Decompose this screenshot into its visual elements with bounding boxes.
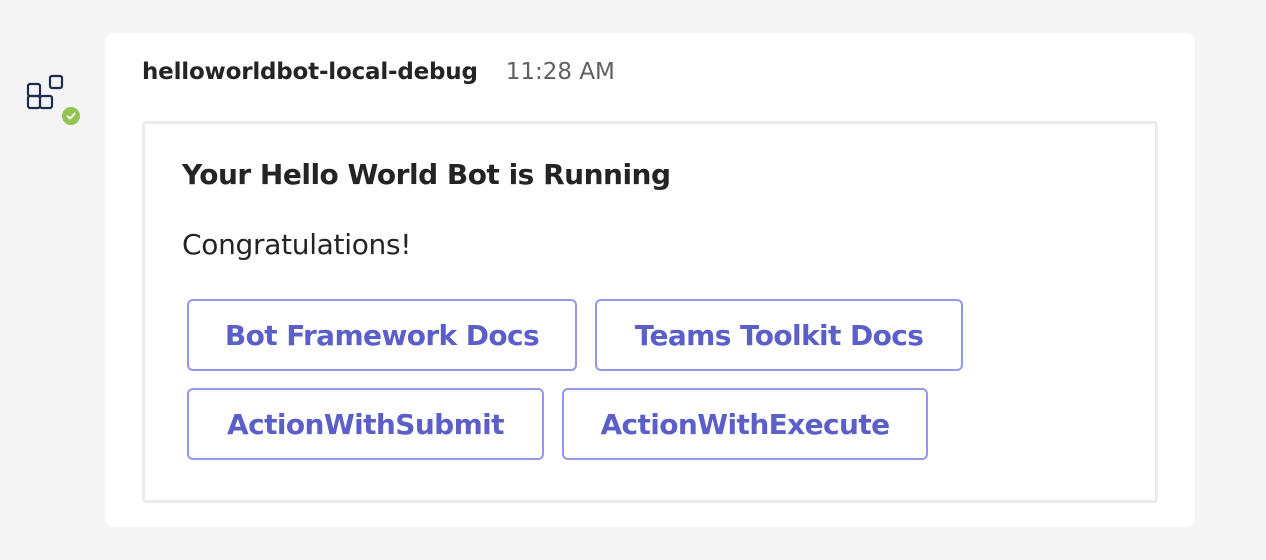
bot-framework-docs-button[interactable]: Bot Framework Docs: [187, 299, 577, 371]
action-with-execute-button[interactable]: ActionWithExecute: [562, 388, 928, 460]
message-timestamp: 11:28 AM: [505, 59, 615, 85]
apps-icon: [26, 74, 64, 110]
status-available-badge: [60, 105, 82, 127]
checkmark-icon: [66, 112, 76, 120]
sender-name[interactable]: helloworldbot-local-debug: [142, 59, 478, 85]
teams-toolkit-docs-button[interactable]: Teams Toolkit Docs: [595, 299, 963, 371]
adaptive-card: Your Hello World Bot is Running Congratu…: [142, 121, 1158, 503]
action-with-submit-button[interactable]: ActionWithSubmit: [187, 388, 544, 460]
card-title: Your Hello World Bot is Running: [182, 158, 671, 191]
chat-message: helloworldbot-local-debug 11:28 AM Your …: [105, 33, 1195, 527]
card-body-text: Congratulations!: [182, 228, 412, 261]
bot-avatar[interactable]: [24, 70, 86, 132]
message-header: helloworldbot-local-debug 11:28 AM: [142, 59, 615, 95]
